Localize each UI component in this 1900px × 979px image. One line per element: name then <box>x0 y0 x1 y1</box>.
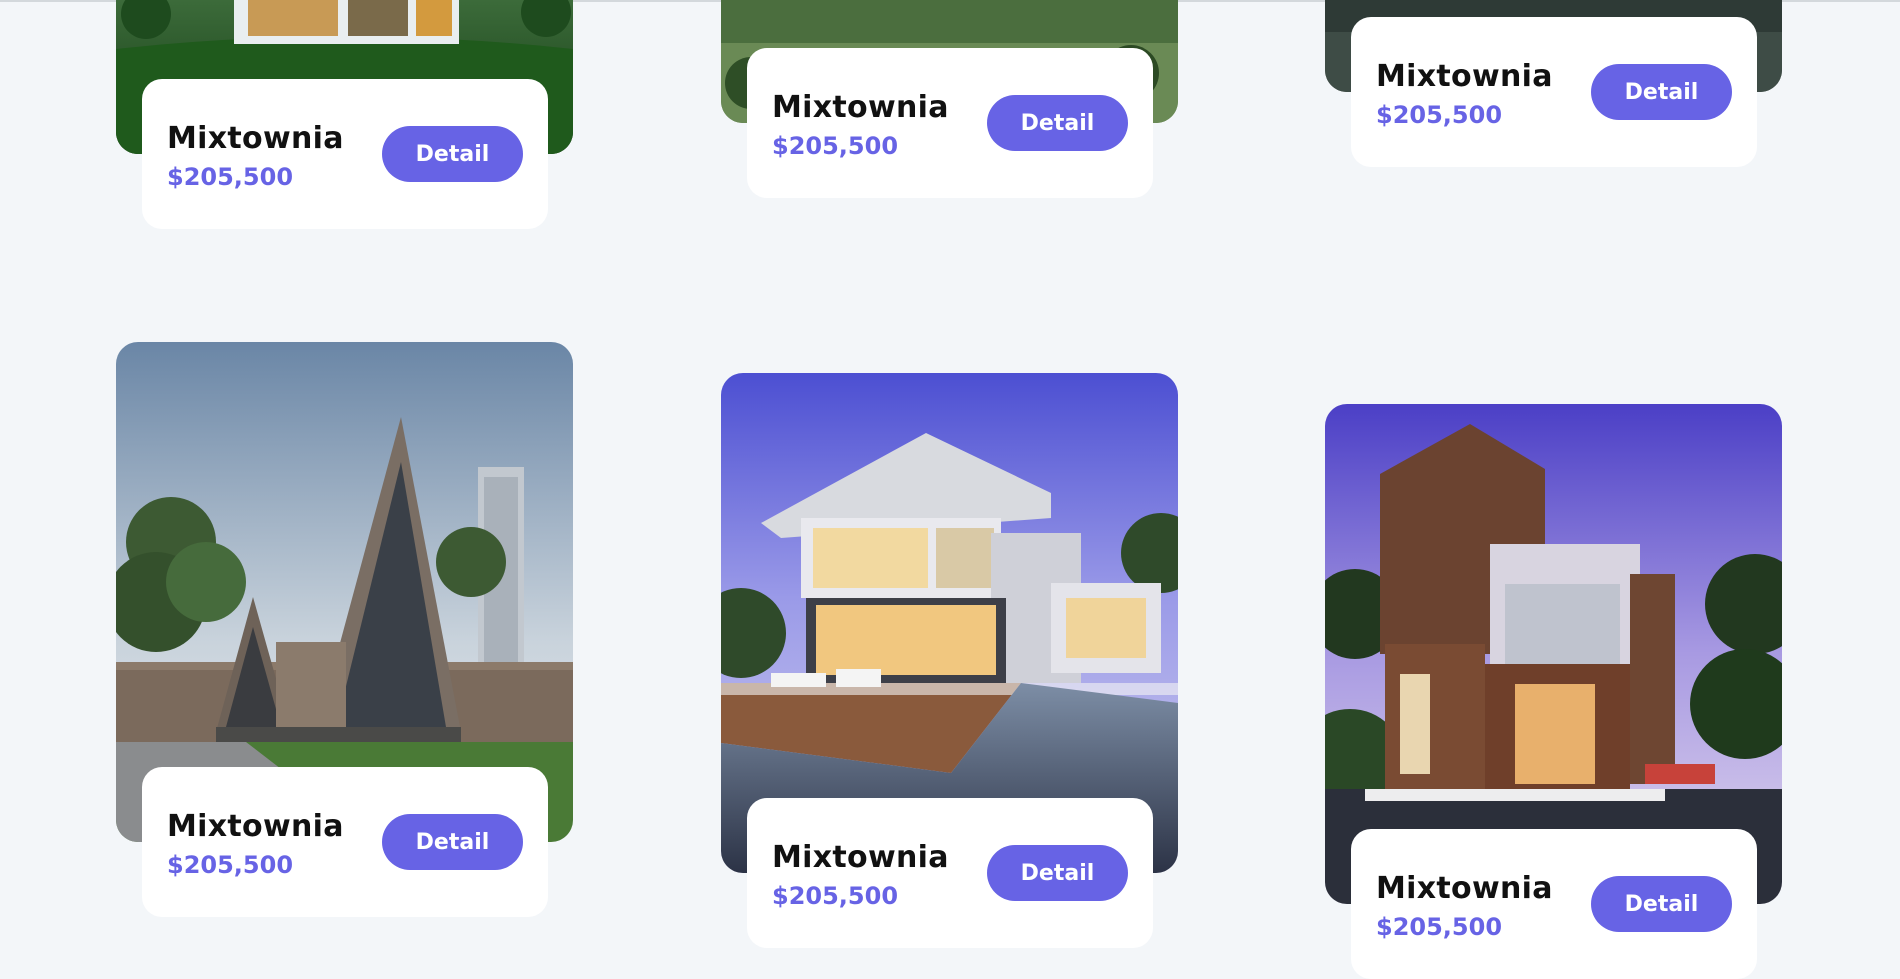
detail-button[interactable]: Detail <box>1591 64 1732 120</box>
listing-info-panel: Mixtownia $205,500 Detail <box>142 79 548 229</box>
listing-price: $205,500 <box>167 851 294 879</box>
listing-title: Mixtownia <box>1376 59 1553 94</box>
detail-button[interactable]: Detail <box>987 95 1128 151</box>
detail-button[interactable]: Detail <box>382 814 523 870</box>
listing-info-panel: Mixtownia $205,500 Detail <box>747 48 1153 198</box>
listing-info-panel: Mixtownia $205,500 Detail <box>142 767 548 917</box>
listing-title: Mixtownia <box>167 121 344 156</box>
listing-price: $205,500 <box>167 163 294 191</box>
listing-price: $205,500 <box>772 132 899 160</box>
detail-button[interactable]: Detail <box>1591 876 1732 932</box>
listing-title: Mixtownia <box>167 809 344 844</box>
listing-info-panel: Mixtownia $205,500 Detail <box>747 798 1153 948</box>
detail-button[interactable]: Detail <box>382 126 523 182</box>
listing-info-panel: Mixtownia $205,500 Detail <box>1351 829 1757 979</box>
listing-title: Mixtownia <box>1376 871 1553 906</box>
listing-price: $205,500 <box>772 882 899 910</box>
listing-title: Mixtownia <box>772 90 949 125</box>
listing-price: $205,500 <box>1376 913 1503 941</box>
detail-button[interactable]: Detail <box>987 845 1128 901</box>
listing-title: Mixtownia <box>772 840 949 875</box>
listing-info-panel: Mixtownia $205,500 Detail <box>1351 17 1757 167</box>
listing-price: $205,500 <box>1376 101 1503 129</box>
